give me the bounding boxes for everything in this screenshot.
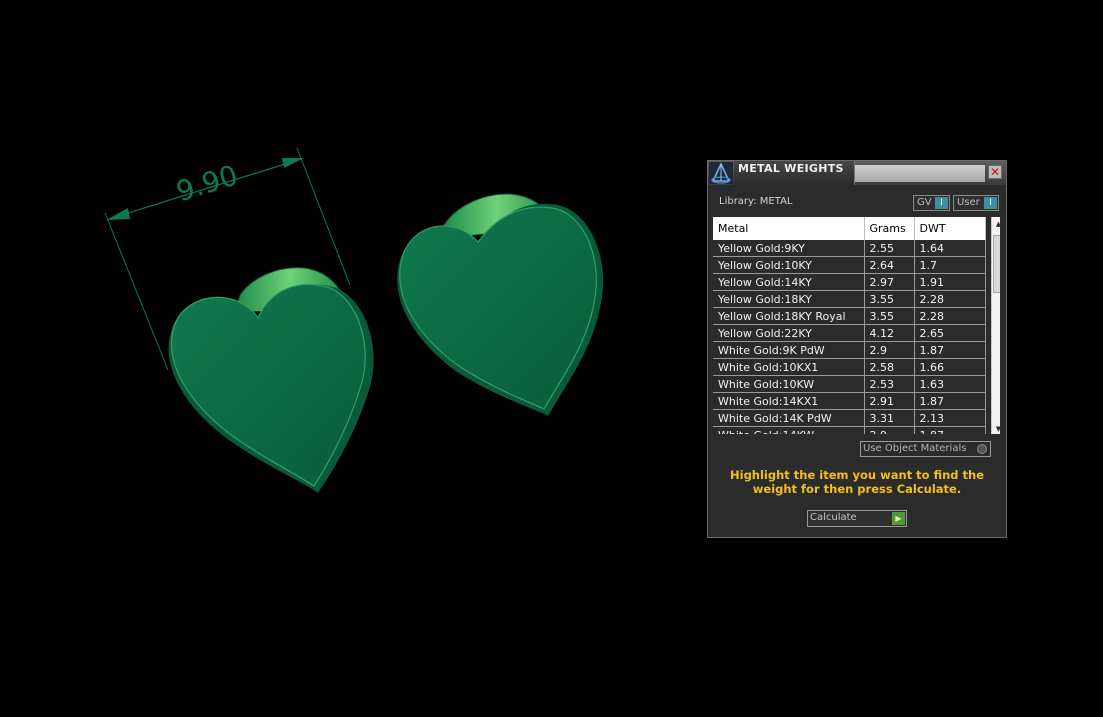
table-row[interactable]: White Gold:14KW2.91.87 xyxy=(713,426,986,434)
cell-grams: 2.58 xyxy=(864,358,915,376)
cell-metal: White Gold:14KW xyxy=(713,426,865,434)
cell-grams: 2.91 xyxy=(864,392,915,410)
table-row[interactable]: Yellow Gold:9KY 2.55 1.64 xyxy=(713,240,986,257)
cell-dwt: 1.64 xyxy=(914,240,986,257)
header-grams[interactable]: Grams xyxy=(864,217,915,240)
table-row[interactable]: White Gold:10KW 2.53 1.63 xyxy=(713,375,986,393)
cell-dwt: 1.7 xyxy=(914,256,986,274)
cell-dwt: 1.87 xyxy=(914,392,986,410)
table-row[interactable]: Yellow Gold:18KY Royal 3.55 2.28 xyxy=(713,307,986,325)
cell-metal: Yellow Gold:14KY xyxy=(713,273,865,291)
header-metal[interactable]: Metal xyxy=(713,217,865,240)
cell-metal: Yellow Gold:10KY xyxy=(713,256,865,274)
use-object-materials-label: Use Object Materials xyxy=(863,443,967,454)
dimension-label: 9.90 xyxy=(172,158,241,208)
heart-model-left[interactable] xyxy=(168,267,374,493)
cell-grams: 4.12 xyxy=(864,324,915,342)
cell-grams: 3.55 xyxy=(864,307,915,325)
cell-grams: 3.31 xyxy=(864,409,915,427)
metal-table: Metal Grams DWT Yellow Gold:9KY 2.55 1.64 Y… xyxy=(713,217,986,434)
cell-dwt: 2.28 xyxy=(914,307,986,325)
user-toggle-label: User xyxy=(957,197,980,208)
app-icon xyxy=(709,162,733,184)
cell-dwt: 1.87 xyxy=(914,426,986,434)
cell-metal: White Gold:14KX1 xyxy=(713,392,865,410)
panel-titlebar[interactable]: METAL WEIGHTS ✕ xyxy=(708,161,1006,185)
cell-metal: Yellow Gold:9KY xyxy=(713,240,865,257)
library-label: Library: METAL xyxy=(719,196,793,207)
calculate-button[interactable]: Calculate ▶ xyxy=(807,510,907,527)
heart-model-right[interactable] xyxy=(397,193,604,416)
table-row[interactable]: Yellow Gold:18KY 3.55 2.28 xyxy=(713,290,986,308)
table-scrollbar[interactable]: ▲ ▼ xyxy=(991,217,1000,434)
cell-dwt: 2.65 xyxy=(914,324,986,342)
cell-dwt: 1.63 xyxy=(914,375,986,393)
cell-grams: 2.55 xyxy=(864,240,915,257)
table-row[interactable]: White Gold:10KX1 2.58 1.66 xyxy=(713,358,986,376)
cell-grams: 2.97 xyxy=(864,273,915,291)
cell-metal: White Gold:14K PdW xyxy=(713,409,865,427)
cell-grams: 2.9 xyxy=(864,341,915,359)
gv-toggle-label: GV xyxy=(917,197,932,208)
titlebar-fill xyxy=(855,165,985,182)
header-dwt[interactable]: DWT xyxy=(914,217,986,240)
table-row[interactable]: Yellow Gold:10KY 2.64 1.7 xyxy=(713,256,986,274)
scroll-thumb[interactable] xyxy=(993,235,1000,293)
cell-grams: 2.9 xyxy=(864,426,915,434)
table-row[interactable]: Yellow Gold:22KY 4.12 2.65 xyxy=(713,324,986,342)
user-toggle-switch: I xyxy=(984,197,997,209)
cell-grams: 2.53 xyxy=(864,375,915,393)
cell-dwt: 1.87 xyxy=(914,341,986,359)
table-row[interactable]: White Gold:9K PdW 2.9 1.87 xyxy=(713,341,986,359)
cell-dwt: 2.28 xyxy=(914,290,986,308)
table-header-row: Metal Grams DWT xyxy=(713,217,986,240)
play-arrow-icon: ▶ xyxy=(892,512,905,525)
user-toggle[interactable]: User I xyxy=(953,195,999,211)
metal-table-body: Yellow Gold:9KY 2.55 1.64 Yellow Gold:10KY 2… xyxy=(713,240,986,434)
table-row[interactable]: Yellow Gold:14KY 2.97 1.91 xyxy=(713,273,986,291)
scroll-up-icon[interactable]: ▲ xyxy=(992,220,1000,228)
table-row[interactable]: White Gold:14K PdW 3.31 2.13 xyxy=(713,409,986,427)
use-object-materials-toggle[interactable]: Use Object Materials xyxy=(860,441,991,457)
gv-toggle[interactable]: GV I xyxy=(913,195,950,211)
cell-metal: White Gold:10KX1 xyxy=(713,358,865,376)
metal-weights-panel: METAL WEIGHTS ✕ Library: METAL GV I User… xyxy=(707,160,1007,538)
panel-title: METAL WEIGHTS xyxy=(738,162,844,175)
table-row[interactable]: White Gold:14KX1 2.91 1.87 xyxy=(713,392,986,410)
cell-dwt: 1.66 xyxy=(914,358,986,376)
cell-metal: Yellow Gold:22KY xyxy=(713,324,865,342)
scroll-down-icon[interactable]: ▼ xyxy=(992,425,1000,433)
cell-metal: Yellow Gold:18KY Royal xyxy=(713,307,865,325)
cell-metal: White Gold:10KW xyxy=(713,375,865,393)
cell-dwt: 1.91 xyxy=(914,273,986,291)
instruction-text: Highlight the item you want to find the … xyxy=(730,468,984,496)
cell-metal: Yellow Gold:18KY xyxy=(713,290,865,308)
cell-dwt: 2.13 xyxy=(914,409,986,427)
radio-indicator-icon xyxy=(977,444,987,454)
cell-metal: White Gold:9K PdW xyxy=(713,341,865,359)
gv-toggle-switch: I xyxy=(935,197,948,209)
cell-grams: 3.55 xyxy=(864,290,915,308)
calculate-label: Calculate xyxy=(810,512,857,523)
cell-grams: 2.64 xyxy=(864,256,915,274)
close-icon[interactable]: ✕ xyxy=(988,165,1002,179)
metal-table-container[interactable]: Metal Grams DWT Yellow Gold:9KY 2.55 1.64 Y… xyxy=(713,217,1000,434)
